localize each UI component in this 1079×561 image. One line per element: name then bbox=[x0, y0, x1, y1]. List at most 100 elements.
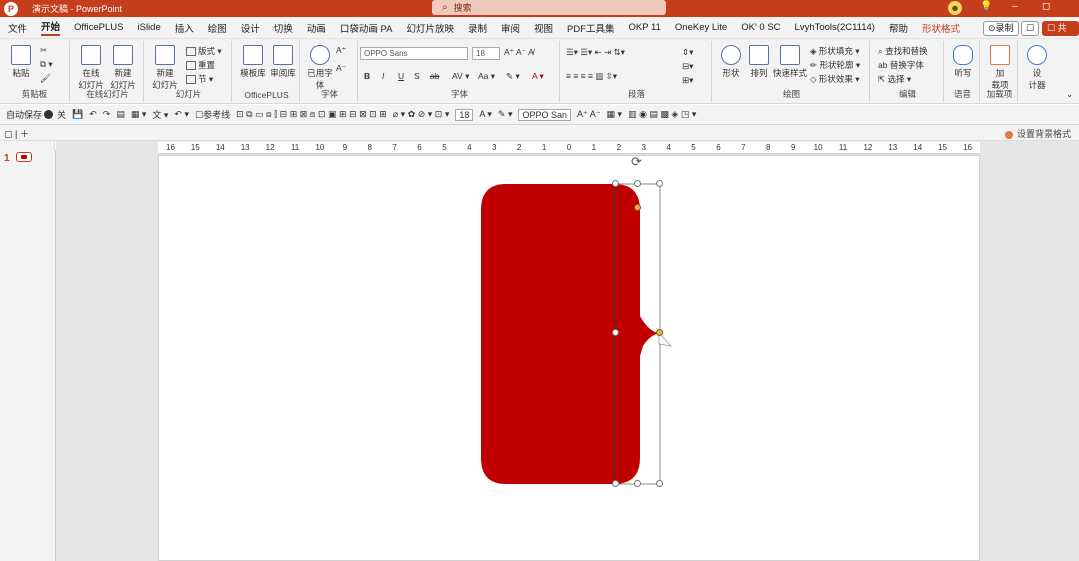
guides-button[interactable]: ☐参考线 bbox=[195, 108, 230, 121]
new-slide-animation-button[interactable]: 新建 幻灯片 bbox=[108, 45, 138, 91]
italic-icon[interactable]: I bbox=[382, 71, 384, 81]
bullets-icon[interactable]: ☰▾ ☰▾ ⇤ ⇥ ⇅▾ bbox=[566, 47, 625, 58]
tab-7[interactable]: 切换 bbox=[274, 21, 293, 35]
tab-14[interactable]: PDF工具集 bbox=[567, 21, 615, 35]
section-button[interactable]: 节 ▾ bbox=[186, 73, 213, 85]
qat-size-box[interactable]: 18 bbox=[455, 108, 474, 121]
shape-outline-button[interactable]: ✏ 形状轮廓 ▾ bbox=[810, 59, 860, 71]
font-size-dropdown[interactable]: 18 bbox=[472, 47, 500, 60]
reset-button[interactable]: 重置 bbox=[186, 59, 215, 71]
highlight-icon[interactable]: ✎ ▾ bbox=[506, 71, 520, 82]
tab-16[interactable]: OneKey Lite bbox=[675, 22, 727, 33]
tab-19[interactable]: 帮助 bbox=[889, 21, 908, 35]
tab-18[interactable]: LvyhTools(2C1114) bbox=[795, 22, 875, 33]
text-direction-icon[interactable]: 文 ▾ bbox=[152, 108, 168, 121]
font-name-dropdown[interactable]: OPPO Sans bbox=[360, 47, 468, 60]
resize-handle-top-right[interactable] bbox=[656, 180, 663, 187]
tab-12[interactable]: 审阅 bbox=[501, 21, 520, 35]
used-fonts-button[interactable]: 已用字 体 bbox=[305, 45, 335, 91]
tab-17[interactable]: OK' 0 SC bbox=[741, 22, 780, 33]
new-slide-button[interactable]: 新建 幻灯片 bbox=[150, 45, 180, 91]
tab-10[interactable]: 幻灯片放映 bbox=[406, 21, 454, 35]
quick-styles-button[interactable]: 快速样式 bbox=[772, 45, 808, 79]
user-avatar[interactable]: ☻ bbox=[948, 1, 962, 15]
underline-icon[interactable]: U bbox=[398, 71, 404, 81]
tab-4[interactable]: 插入 bbox=[175, 21, 194, 35]
slide-canvas[interactable]: ⟳ bbox=[158, 154, 980, 561]
change-case-icon[interactable]: Aa ▾ bbox=[478, 71, 495, 82]
tab-8[interactable]: 动画 bbox=[307, 21, 326, 35]
arrange-button[interactable]: 排列 bbox=[744, 45, 774, 79]
designer-button[interactable]: 设 计器 bbox=[1022, 45, 1052, 91]
minimize-icon[interactable]: – bbox=[1012, 1, 1018, 12]
tab-1[interactable]: 开始 bbox=[41, 19, 61, 36]
select-button[interactable]: ⇱ 选择 ▾ bbox=[878, 73, 911, 85]
lightbulb-icon[interactable]: 💡 bbox=[980, 1, 992, 12]
comments-button[interactable]: ☐ bbox=[1021, 21, 1040, 36]
paste-button[interactable]: 粘贴 bbox=[6, 45, 36, 79]
chart-icons[interactable]: ▥ ◉ ▤ ▩ ◈ ◳ ▾ bbox=[628, 109, 696, 120]
copy-icon[interactable]: ⧉ ▾ bbox=[40, 59, 53, 70]
tab-11[interactable]: 录制 bbox=[468, 21, 487, 35]
font-color-icon[interactable]: A ▾ bbox=[479, 109, 492, 120]
tab-9[interactable]: 口袋动画 PA bbox=[340, 21, 393, 35]
qat-font-box[interactable]: OPPO San bbox=[518, 108, 572, 121]
highlight-icon[interactable]: ✎ ▾ bbox=[498, 109, 513, 120]
restore-icon[interactable]: ◻ bbox=[1042, 1, 1050, 12]
undo-icon[interactable]: ↶ bbox=[89, 109, 97, 120]
resize-handle-top[interactable] bbox=[634, 180, 641, 187]
tab-6[interactable]: 设计 bbox=[241, 21, 260, 35]
adjustment-handle-corner[interactable] bbox=[634, 204, 641, 211]
format-background-button[interactable]: 设置背景格式 bbox=[1004, 127, 1071, 140]
tab-3[interactable]: iSlide bbox=[138, 22, 161, 33]
resize-handle-top-left[interactable] bbox=[612, 180, 619, 187]
review-library-button[interactable]: 审阅库 bbox=[268, 45, 298, 79]
redo-icon[interactable]: ↷ bbox=[103, 109, 111, 120]
search-box[interactable]: ⌕ 搜索 bbox=[432, 0, 666, 15]
find-button[interactable]: ⌕ 查找和替换 bbox=[878, 45, 928, 57]
paint-icons[interactable]: ⌀ ▾ ✿ ⊘ ▾ ⊡ ▾ bbox=[393, 109, 450, 120]
resize-handle-left[interactable] bbox=[612, 329, 619, 336]
align-tools-icons[interactable]: ⊡ ⧉ ▭ ⧈ ⫿ ⊟ ⊞ ⊠ ⧇ ⊡ ▣ ⊞ ⊟ ⊠ ⊡ ⊞ bbox=[236, 109, 387, 120]
save-icon[interactable]: 💾 bbox=[72, 109, 83, 120]
tab-20[interactable]: 形状格式 bbox=[922, 21, 960, 35]
tab-15[interactable]: OKP 11 bbox=[629, 22, 661, 33]
adjustment-handle-tail[interactable] bbox=[656, 329, 663, 336]
tab-5[interactable]: 绘图 bbox=[208, 21, 227, 35]
new-slide-icon[interactable]: ▦ ▾ bbox=[131, 109, 147, 120]
red-rounded-rectangle-shape[interactable] bbox=[481, 184, 659, 484]
cut-icon[interactable]: ✂ bbox=[40, 45, 47, 56]
font-color-icon[interactable]: A ▾ bbox=[532, 71, 544, 82]
align-icons[interactable]: ≡ ≡ ≡ ≡ ▥ ⇳▾ bbox=[566, 71, 617, 82]
collapse-ribbon-icon[interactable]: ⌄ bbox=[1066, 89, 1073, 100]
shapes-button[interactable]: 形状 bbox=[716, 45, 746, 79]
rotate-handle-icon[interactable]: ⟳ bbox=[631, 154, 642, 170]
record-button[interactable]: ⊙录制 bbox=[983, 21, 1019, 36]
share-button[interactable]: ☐ 共享 bbox=[1042, 21, 1079, 46]
char-spacing-icon[interactable]: AV ▾ bbox=[452, 71, 469, 82]
replace-font-button[interactable]: ab 替换字体 bbox=[878, 59, 924, 71]
tab-0[interactable]: 文件 bbox=[8, 21, 27, 35]
addins-button[interactable]: 加 载项 bbox=[985, 45, 1015, 91]
autosave-toggle[interactable] bbox=[44, 110, 54, 119]
format-painter-icon[interactable]: 🖌 bbox=[40, 73, 51, 84]
table-icon[interactable]: ▦ ▾ bbox=[607, 109, 623, 120]
resize-handle-bottom-right[interactable] bbox=[656, 480, 663, 487]
tab-2[interactable]: OfficePLUS bbox=[74, 22, 123, 33]
undo-dropdown-icon[interactable]: ↶ ▾ bbox=[174, 109, 189, 120]
text-direction-icon[interactable]: ⇕▾ bbox=[682, 47, 693, 58]
bold-icon[interactable]: B bbox=[364, 71, 370, 81]
online-slides-button[interactable]: 在线 幻灯片 bbox=[76, 45, 106, 91]
dictate-button[interactable]: 听写 bbox=[948, 45, 978, 79]
align-text-icon[interactable]: ⊟▾ bbox=[682, 61, 693, 72]
powerpoint-app-icon[interactable]: P bbox=[4, 1, 18, 16]
shape-fill-button[interactable]: ◈ 形状填充 ▾ bbox=[810, 45, 860, 57]
grow-font-icon[interactable]: A⁺ bbox=[336, 45, 346, 56]
strikethrough-icon[interactable]: ab bbox=[430, 71, 439, 81]
tab-13[interactable]: 视图 bbox=[534, 21, 553, 35]
slide-show-icon[interactable]: ▤ bbox=[116, 109, 125, 120]
shape-effects-button[interactable]: ◇ 形状效果 ▾ bbox=[810, 73, 860, 85]
new-slide-plus-icon[interactable]: ▢ | ＋ bbox=[4, 127, 29, 140]
layout-button[interactable]: 版式 ▾ bbox=[186, 45, 222, 57]
resize-handle-bottom[interactable] bbox=[634, 480, 641, 487]
